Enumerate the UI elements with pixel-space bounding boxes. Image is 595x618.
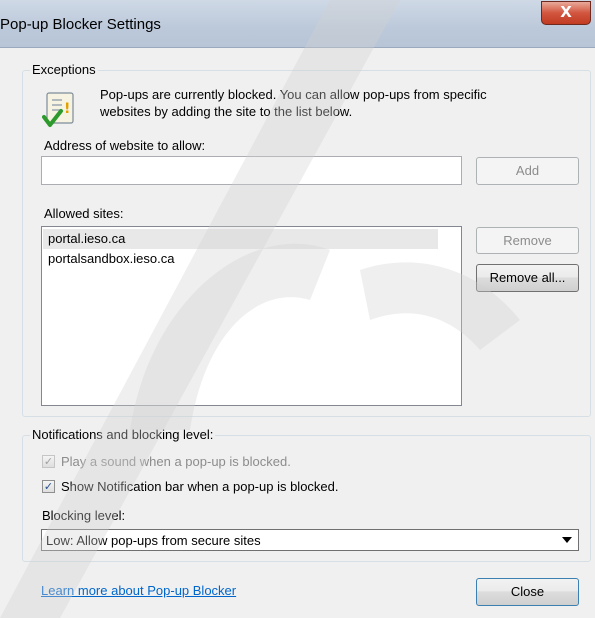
blocking-level-select[interactable]: Low: Allow pop-ups from secure sites [41, 529, 579, 551]
notifications-group-label: Notifications and blocking level: [30, 427, 216, 442]
allowed-sites-list[interactable]: portal.ieso.ca portalsandbox.ieso.ca [41, 226, 462, 406]
allowed-sites-label: Allowed sites: [44, 206, 124, 221]
title-bar[interactable]: Pop-up Blocker Settings X [0, 0, 595, 48]
info-text: Pop-ups are currently blocked. You can a… [100, 87, 487, 119]
address-label: Address of website to allow: [44, 138, 206, 153]
close-window-button[interactable]: X [541, 1, 591, 25]
blocking-level-label: Blocking level: [42, 508, 126, 523]
svg-text:!: ! [64, 101, 70, 117]
info-checklist-icon: ! [42, 92, 74, 127]
show-notification-bar-checkbox[interactable]: ✓ [42, 480, 55, 493]
learn-more-link[interactable]: Learn more about Pop-up Blocker [41, 583, 236, 598]
play-sound-checkbox[interactable]: ✓ [42, 455, 55, 468]
close-button[interactable]: Close [476, 578, 579, 606]
list-item[interactable]: portalsandbox.ieso.ca [48, 251, 174, 266]
list-item[interactable]: portal.ieso.ca [48, 231, 125, 246]
blocking-level-value: Low: Allow pop-ups from secure sites [46, 533, 261, 548]
show-notification-bar-label: Show Notification bar when a pop-up is b… [61, 479, 339, 494]
play-sound-label: Play a sound when a pop-up is blocked. [61, 454, 291, 469]
remove-button[interactable]: Remove [476, 227, 579, 254]
address-input[interactable] [41, 156, 462, 185]
chevron-down-icon [562, 537, 572, 543]
popup-blocker-dialog: Pop-up Blocker Settings X Exceptions ! P… [0, 0, 595, 618]
window-title: Pop-up Blocker Settings [0, 16, 161, 33]
remove-all-button[interactable]: Remove all... [476, 264, 579, 292]
add-button[interactable]: Add [476, 157, 579, 185]
exceptions-group-label: Exceptions [30, 62, 98, 77]
